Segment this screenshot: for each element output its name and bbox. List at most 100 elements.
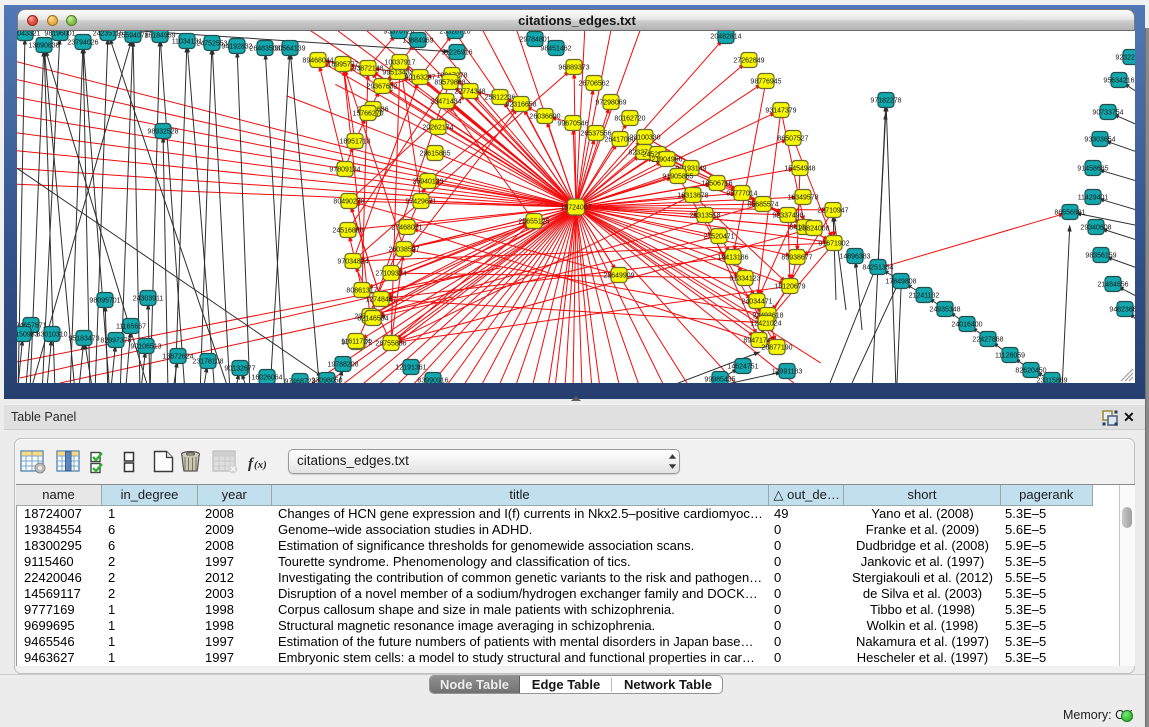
svg-text:22774348: 22774348 — [454, 89, 485, 96]
svg-text:90106513: 90106513 — [130, 344, 161, 351]
svg-text:21484656: 21484656 — [1097, 282, 1128, 289]
svg-text:14624751: 14624751 — [727, 364, 758, 371]
svg-text:16349578: 16349578 — [787, 195, 818, 202]
svg-text:24935348: 24935348 — [929, 307, 960, 314]
svg-text:93303654: 93303654 — [1084, 137, 1115, 144]
svg-text:90163287: 90163287 — [404, 75, 435, 82]
svg-text:97034824: 97034824 — [337, 259, 368, 266]
svg-text:91043321: 91043321 — [17, 31, 41, 38]
svg-text:12421024: 12421024 — [750, 321, 781, 328]
svg-text:13884969: 13884969 — [402, 38, 433, 45]
svg-text:11165667: 11165667 — [116, 324, 146, 331]
svg-text:98095701: 98095701 — [89, 298, 120, 305]
svg-text:10037917: 10037917 — [384, 60, 415, 67]
svg-text:28877190: 28877190 — [761, 345, 792, 352]
svg-text:98451462: 98451462 — [540, 46, 571, 53]
svg-text:98932528: 98932528 — [147, 129, 178, 136]
svg-text:83990916: 83990916 — [417, 378, 448, 384]
svg-text:21904966: 21904966 — [651, 157, 682, 164]
svg-text:12191361: 12191361 — [395, 365, 426, 372]
svg-text:20824008: 20824008 — [798, 226, 829, 233]
svg-text:91671902: 91671902 — [818, 241, 849, 248]
svg-text:25328710: 25328710 — [439, 31, 470, 36]
svg-text:82620450: 82620450 — [1015, 368, 1046, 375]
svg-text:96889373: 96889373 — [558, 65, 589, 72]
svg-text:19788208: 19788208 — [327, 362, 358, 369]
svg-text:29615865: 29615865 — [419, 151, 450, 158]
svg-text:90733754: 90733754 — [1092, 110, 1123, 117]
svg-text:97429671: 97429671 — [405, 199, 436, 206]
svg-text:22427868: 22427868 — [972, 337, 1003, 344]
svg-text:94823662: 94823662 — [1109, 307, 1135, 314]
svg-text:26036690: 26036690 — [529, 114, 560, 121]
svg-text:27262849: 27262849 — [733, 58, 764, 65]
svg-text:99985435: 99985435 — [704, 377, 735, 384]
svg-text:25655125: 25655125 — [518, 219, 549, 226]
svg-text:97182278: 97182278 — [870, 98, 901, 105]
svg-text:98776945: 98776945 — [750, 79, 781, 86]
svg-text:29340608: 29340608 — [1080, 225, 1111, 232]
svg-text:93147379: 93147379 — [765, 108, 796, 115]
svg-text:27520471: 27520471 — [703, 234, 734, 241]
svg-text:23178108: 23178108 — [192, 359, 223, 366]
svg-text:82997376: 82997376 — [100, 338, 131, 345]
svg-text:89579868: 89579868 — [434, 80, 465, 87]
svg-text:23100330: 23100330 — [629, 135, 660, 142]
svg-text:19413186: 19413186 — [717, 255, 748, 262]
svg-text:24303911: 24303911 — [133, 296, 164, 303]
svg-text:25812236: 25812236 — [484, 95, 515, 102]
svg-text:91226916: 91226916 — [441, 50, 472, 57]
svg-text:89938677: 89938677 — [781, 255, 812, 262]
svg-text:84251354: 84251354 — [862, 265, 893, 272]
svg-text:99670546: 99670546 — [557, 121, 588, 128]
svg-text:29784801: 29784801 — [519, 37, 550, 44]
svg-text:97298069: 97298069 — [595, 100, 626, 107]
svg-text:21241182: 21241182 — [909, 293, 940, 300]
svg-text:17849808: 17849808 — [885, 279, 916, 286]
svg-text:23471434: 23471434 — [430, 99, 461, 106]
svg-text:91334123: 91334123 — [729, 276, 760, 283]
svg-text:23315869: 23315869 — [1036, 378, 1067, 384]
svg-text:11128059: 11128059 — [995, 353, 1025, 360]
svg-text:93872148: 93872148 — [352, 66, 383, 73]
svg-text:28755886: 28755886 — [375, 341, 406, 348]
svg-text:91458685: 91458685 — [1077, 166, 1108, 173]
svg-text:92322602: 92322602 — [1115, 55, 1135, 62]
svg-text:18506716: 18506716 — [701, 181, 732, 188]
svg-text:18120679: 18120679 — [774, 284, 805, 291]
svg-text:15454948: 15454948 — [784, 166, 815, 173]
svg-text:14896383: 14896383 — [839, 254, 870, 261]
svg-text:27109324: 27109324 — [375, 271, 406, 278]
svg-text:22710947: 22710947 — [817, 208, 848, 215]
svg-text:83010310: 83010310 — [36, 332, 67, 339]
svg-text:90132677: 90132677 — [224, 366, 255, 373]
svg-text:91905865: 91905865 — [662, 174, 693, 181]
svg-text:27468071: 27468071 — [391, 225, 422, 232]
svg-text:(x): (x) — [254, 459, 267, 471]
svg-text:20482814: 20482814 — [710, 34, 741, 41]
svg-text:17991183: 17991183 — [772, 369, 803, 376]
svg-text:29649909: 29649909 — [603, 273, 634, 280]
svg-text:23098050: 23098050 — [311, 378, 342, 384]
svg-text:24034471: 24034471 — [741, 299, 772, 306]
svg-text:90564139: 90564139 — [274, 46, 305, 53]
svg-text:92316658: 92316658 — [505, 102, 536, 109]
svg-text:16026064: 16026064 — [251, 375, 282, 382]
svg-text:11429401: 11429401 — [1078, 195, 1109, 202]
svg-text:86556981: 86556981 — [1054, 210, 1085, 217]
svg-text:82146584: 82146584 — [357, 316, 388, 323]
svg-text:13150983: 13150983 — [17, 332, 39, 339]
svg-text:26038597: 26038597 — [388, 247, 419, 254]
svg-text:26706562: 26706562 — [578, 81, 609, 88]
svg-text:85685574: 85685574 — [747, 202, 778, 209]
svg-text:80162720: 80162720 — [614, 116, 645, 123]
svg-text:24516808: 24516808 — [332, 228, 363, 235]
svg-text:18951718: 18951718 — [339, 139, 370, 146]
svg-text:13872624: 13872624 — [162, 354, 193, 361]
svg-text:25940139: 25940139 — [412, 179, 443, 186]
svg-text:13890838: 13890838 — [28, 43, 59, 50]
svg-text:11611724: 11611724 — [341, 339, 371, 346]
svg-text:98356159: 98356159 — [1085, 253, 1116, 260]
svg-text:20262174: 20262174 — [422, 125, 453, 132]
svg-text:23794026: 23794026 — [67, 40, 98, 47]
